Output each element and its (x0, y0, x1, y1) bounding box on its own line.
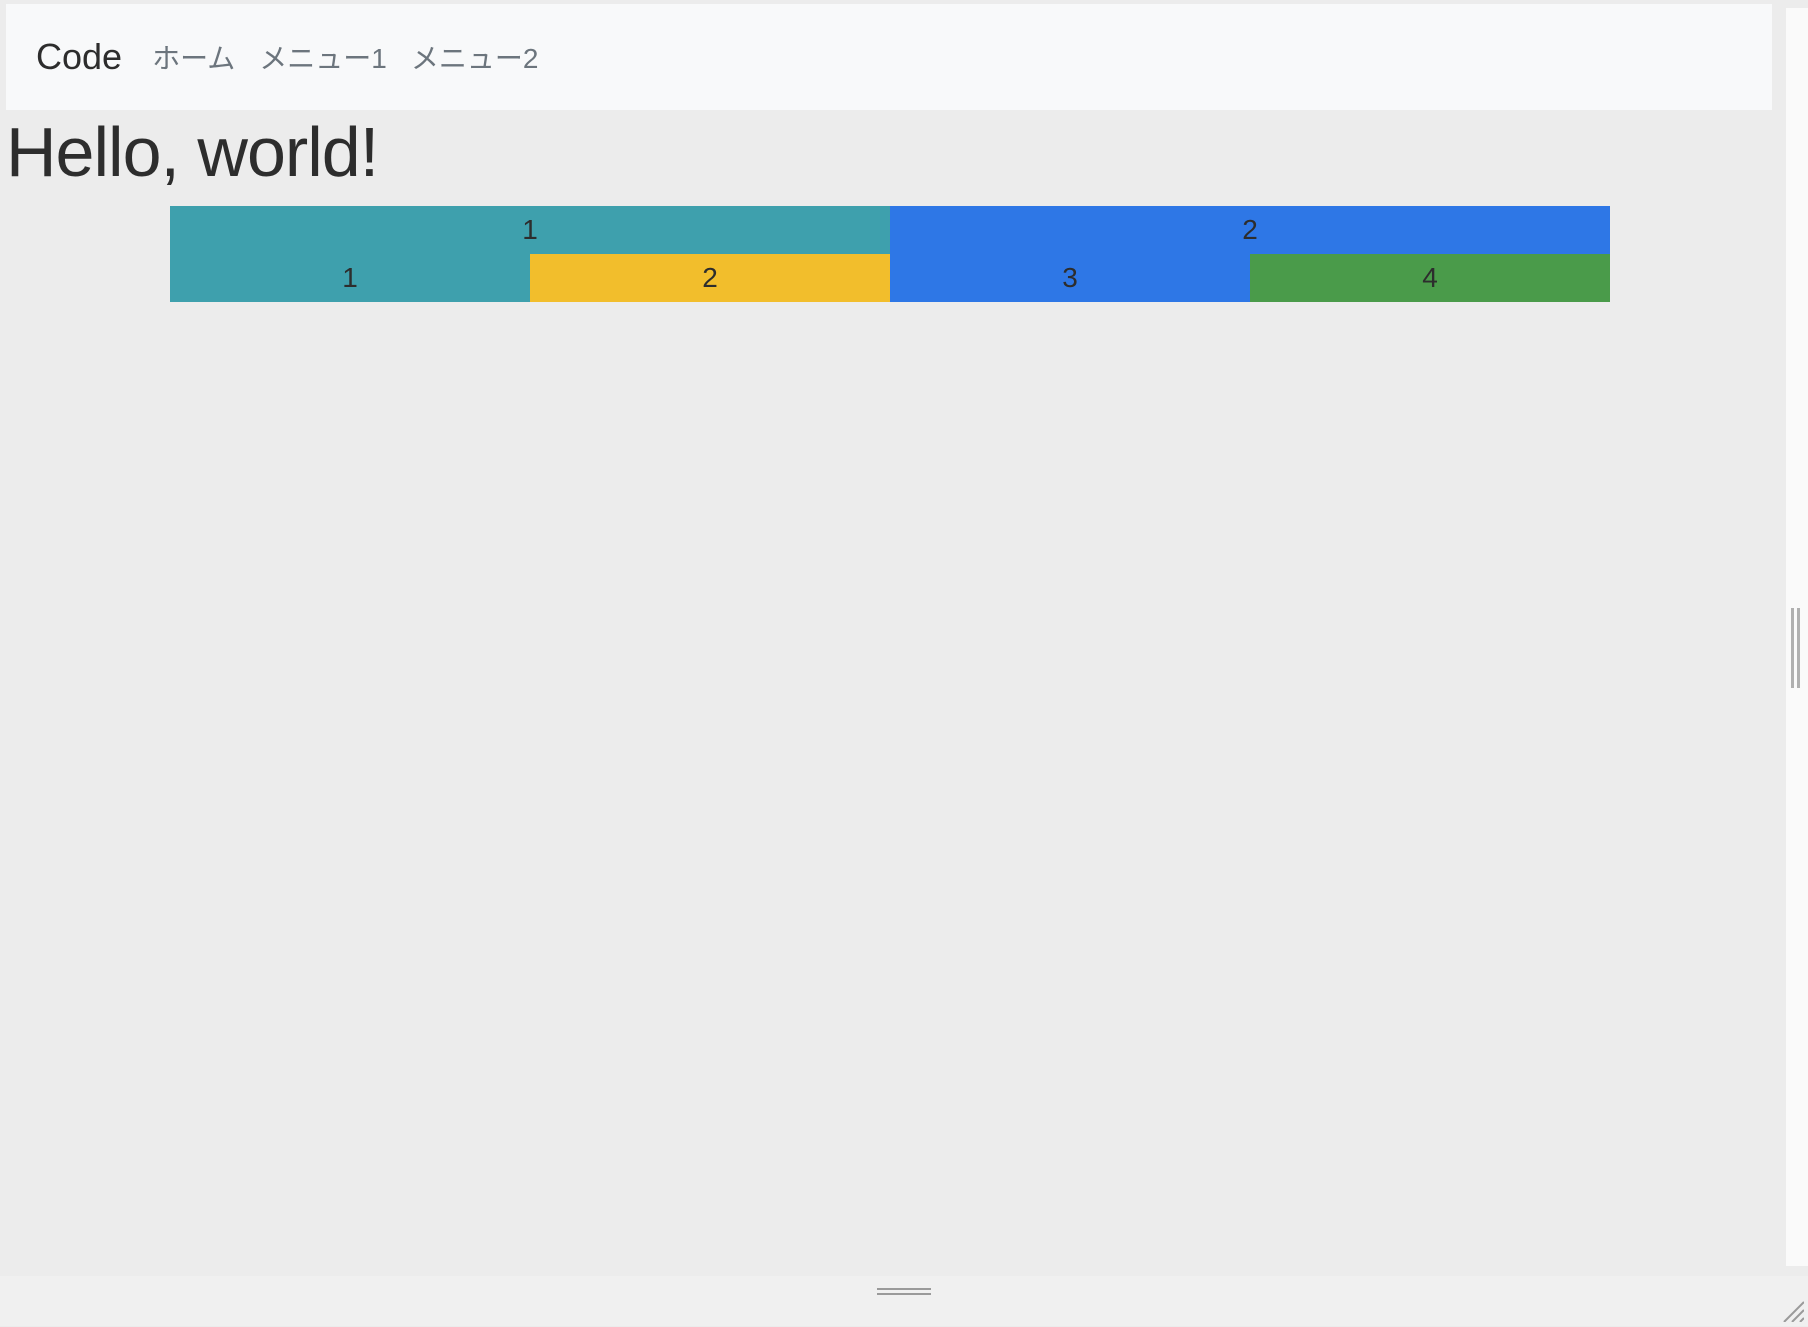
vertical-scrollbar[interactable] (1786, 8, 1808, 1266)
nav-link-menu2[interactable]: メニュー2 (411, 37, 539, 77)
grid-row-2: 1 2 3 4 (170, 254, 1610, 302)
navbar: Code ホーム メニュー1 メニュー2 (6, 4, 1772, 110)
scrollbar-thumb[interactable] (1788, 608, 1802, 688)
bottom-resize-handle[interactable] (877, 1288, 931, 1298)
grid-cell-r2-c4: 4 (1250, 254, 1610, 302)
grid-row-1: 1 2 (170, 206, 1610, 254)
navbar-brand[interactable]: Code (36, 36, 122, 78)
nav-link-home[interactable]: ホーム (152, 37, 235, 77)
grid-cell-r1-c2: 2 (890, 206, 1610, 254)
navbar-links: ホーム メニュー1 メニュー2 (152, 37, 538, 77)
page-heading: Hello, world! (6, 112, 1772, 192)
bottom-panel (0, 1276, 1808, 1326)
grid-cell-r2-c3: 3 (890, 254, 1250, 302)
grid-cell-r2-c2: 2 (530, 254, 890, 302)
page-container: Code ホーム メニュー1 メニュー2 Hello, world! 1 2 1… (6, 4, 1772, 1262)
grid-cell-r2-c1: 1 (170, 254, 530, 302)
corner-resize-handle[interactable] (1780, 1298, 1804, 1322)
grid-cell-r1-c1: 1 (170, 206, 890, 254)
grid-container: 1 2 1 2 3 4 (170, 206, 1610, 302)
nav-link-menu1[interactable]: メニュー1 (259, 37, 387, 77)
